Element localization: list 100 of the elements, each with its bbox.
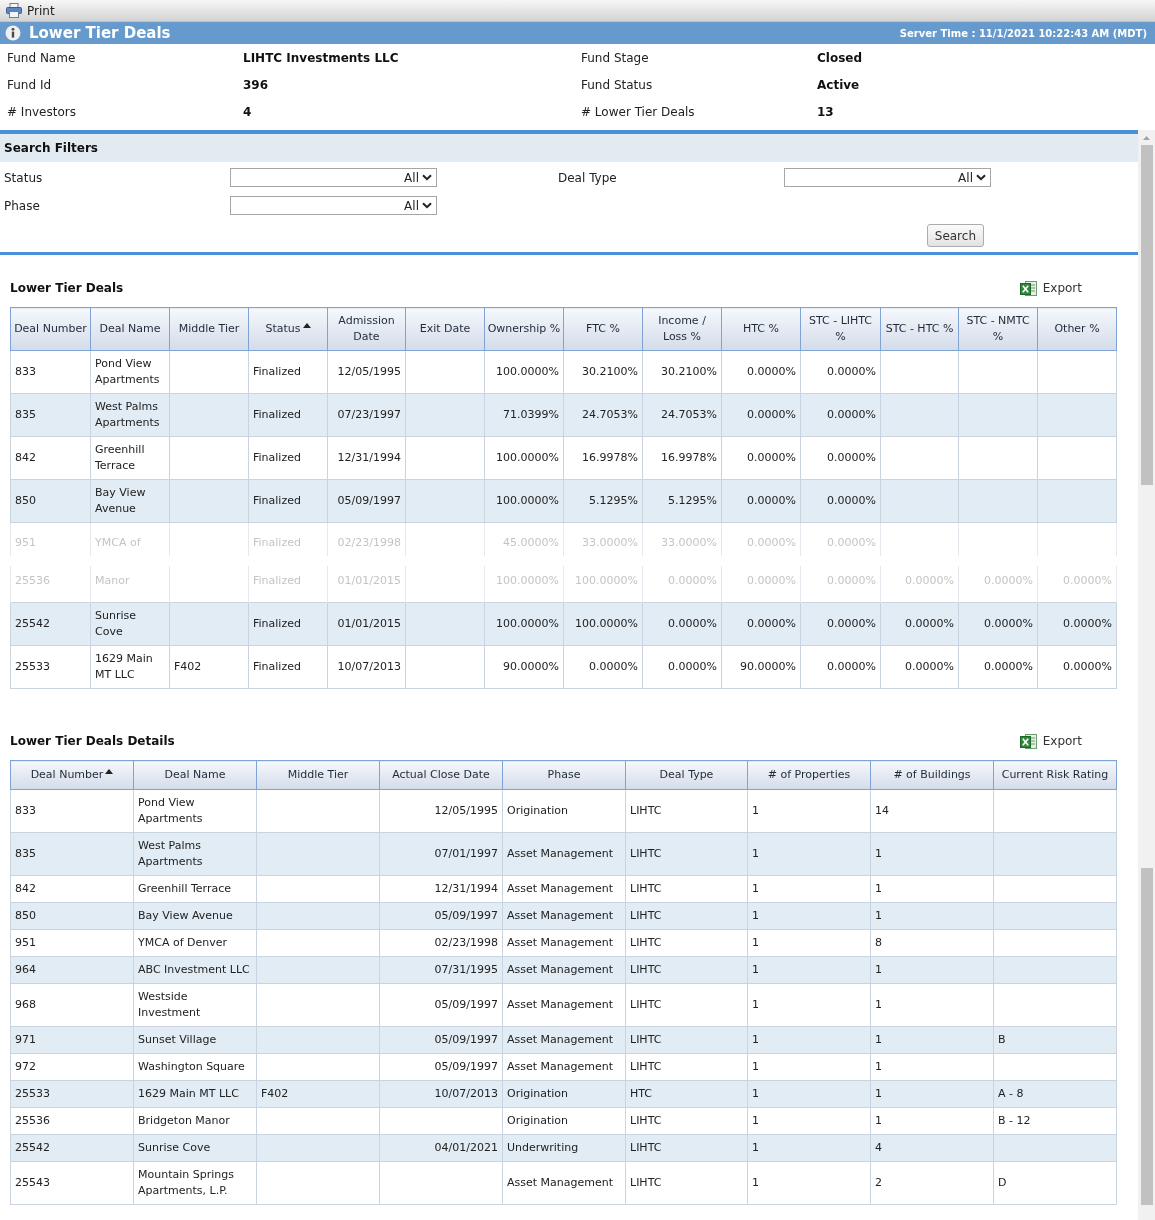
table-cell: 4 bbox=[870, 1134, 994, 1162]
table-cell: 5.1295% bbox=[642, 479, 722, 523]
table-cell: 1 bbox=[870, 1107, 994, 1135]
table-cell: 30.2100% bbox=[642, 350, 722, 394]
table-cell: Origination bbox=[502, 1080, 626, 1108]
table-cell: 05/09/1997 bbox=[379, 983, 503, 1027]
export-link[interactable]: Export bbox=[1019, 732, 1082, 750]
table-cell: 0.0000% bbox=[800, 350, 881, 394]
column-header[interactable]: Exit Date bbox=[405, 307, 485, 351]
sort-ascending-icon bbox=[302, 323, 311, 328]
column-header[interactable]: Middle Tier bbox=[169, 307, 249, 351]
table-cell: 1 bbox=[870, 1026, 994, 1054]
table-cell: 833 bbox=[10, 789, 134, 833]
table-cell: 100.0000% bbox=[484, 479, 564, 523]
table-cell: Asset Management bbox=[502, 929, 626, 957]
table-cell: Finalized bbox=[248, 393, 328, 437]
table-cell: Finalized bbox=[248, 602, 328, 646]
table-cell: 842 bbox=[10, 875, 134, 903]
column-header[interactable]: HTC % bbox=[721, 307, 801, 351]
filter-dropdown[interactable]: All bbox=[230, 196, 437, 215]
table-cell: LIHTC bbox=[625, 1026, 748, 1054]
sort-ascending-icon bbox=[105, 769, 114, 774]
column-header[interactable]: Status bbox=[248, 307, 328, 351]
table-cell: 90.0000% bbox=[484, 645, 564, 689]
table-cell: West Palms Apartments bbox=[90, 393, 170, 437]
table-cell: 16.9978% bbox=[642, 436, 722, 480]
scrollbar[interactable] bbox=[1138, 130, 1155, 1220]
print-button[interactable]: Print bbox=[0, 0, 59, 21]
table-cell: 25536 bbox=[10, 1107, 134, 1135]
column-header[interactable]: STC - LIHTC % bbox=[800, 307, 881, 351]
column-header[interactable]: Current Risk Rating bbox=[993, 760, 1117, 790]
column-header[interactable]: Other % bbox=[1037, 307, 1117, 351]
column-header[interactable]: # of Properties bbox=[747, 760, 871, 790]
scrollbar-thumb[interactable] bbox=[1140, 145, 1153, 485]
filter-dropdown[interactable]: All bbox=[230, 168, 437, 187]
table-cell: 04/01/2021 bbox=[379, 1134, 503, 1162]
table-cell: 90.0000% bbox=[721, 645, 801, 689]
column-header[interactable]: Income / Loss % bbox=[642, 307, 722, 351]
column-header[interactable]: Actual Close Date bbox=[379, 760, 503, 790]
table-cell: 0.0000% bbox=[721, 602, 801, 646]
field-label: Fund Id bbox=[7, 76, 52, 94]
column-header[interactable]: # of Buildings bbox=[870, 760, 994, 790]
column-header[interactable]: Deal Number bbox=[10, 307, 91, 351]
column-header[interactable]: STC - HTC % bbox=[880, 307, 959, 351]
table-cell: 1 bbox=[870, 832, 994, 876]
table-cell: 12/31/1994 bbox=[327, 436, 406, 480]
table-cell: 0.0000% bbox=[800, 393, 881, 437]
table-cell: 25542 bbox=[10, 602, 91, 646]
column-header[interactable]: Deal Name bbox=[133, 760, 257, 790]
table-cell: 1 bbox=[747, 1053, 871, 1081]
table-cell: 0.0000% bbox=[721, 566, 801, 603]
field-value: 13 bbox=[817, 103, 834, 121]
table-cell: 972 bbox=[10, 1053, 134, 1081]
table-cell: 1 bbox=[870, 956, 994, 984]
column-header[interactable]: Middle Tier bbox=[256, 760, 380, 790]
page-title: Lower Tier Deals bbox=[29, 24, 171, 42]
table-cell: LIHTC bbox=[625, 789, 748, 833]
filter-dropdown[interactable]: All bbox=[784, 168, 991, 187]
table-cell: 1 bbox=[747, 983, 871, 1027]
table-cell: 0.0000% bbox=[880, 566, 959, 603]
column-header[interactable]: Admission Date bbox=[327, 307, 406, 351]
search-button[interactable]: Search bbox=[926, 224, 984, 247]
table-cell: 02/23/1998 bbox=[379, 929, 503, 957]
table-cell: 0.0000% bbox=[642, 645, 722, 689]
table-cell: Pond View Apartments bbox=[90, 350, 170, 394]
scrollbar-thumb[interactable] bbox=[1140, 868, 1153, 1205]
table-cell: 25543 bbox=[10, 1161, 134, 1205]
table-cell: Pond View Apartments bbox=[133, 789, 257, 833]
field-value: LIHTC Investments LLC bbox=[243, 49, 399, 67]
table-cell: 100.0000% bbox=[484, 436, 564, 480]
field-value: Active bbox=[817, 76, 860, 94]
scroll-up-icon[interactable] bbox=[1143, 135, 1150, 140]
table-cell: 01/01/2015 bbox=[327, 566, 406, 603]
column-header[interactable]: FTC % bbox=[563, 307, 643, 351]
table-cell: West Palms Apartments bbox=[133, 832, 257, 876]
spreadsheet-icon bbox=[1019, 732, 1037, 750]
table-cell: Asset Management bbox=[502, 875, 626, 903]
table-cell: LIHTC bbox=[625, 875, 748, 903]
column-header[interactable]: Phase bbox=[502, 760, 626, 790]
export-link[interactable]: Export bbox=[1019, 279, 1082, 297]
column-header[interactable]: Deal Type bbox=[625, 760, 748, 790]
table-cell: A - 8 bbox=[993, 1080, 1117, 1108]
table-cell: 100.0000% bbox=[484, 566, 564, 603]
table-cell: 2 bbox=[870, 1161, 994, 1205]
column-header[interactable]: Deal Number bbox=[10, 760, 134, 790]
table-cell: 850 bbox=[10, 902, 134, 930]
table-cell: 1 bbox=[870, 875, 994, 903]
column-header[interactable]: Deal Name bbox=[90, 307, 170, 351]
column-header[interactable]: Ownership % bbox=[484, 307, 564, 351]
table-cell: 16.9978% bbox=[563, 436, 643, 480]
table-cell: F402 bbox=[169, 645, 249, 689]
column-header[interactable]: STC - NMTC % bbox=[958, 307, 1038, 351]
table-cell: LIHTC bbox=[625, 1107, 748, 1135]
table-cell: 100.0000% bbox=[563, 566, 643, 603]
chevron-down-icon bbox=[422, 174, 432, 181]
table-cell: Manor bbox=[90, 566, 170, 603]
table-cell: 0.0000% bbox=[721, 393, 801, 437]
info-icon bbox=[5, 25, 21, 41]
table-cell: Mountain Springs Apartments, L.P. bbox=[133, 1161, 257, 1205]
table-cell: 1 bbox=[747, 832, 871, 876]
